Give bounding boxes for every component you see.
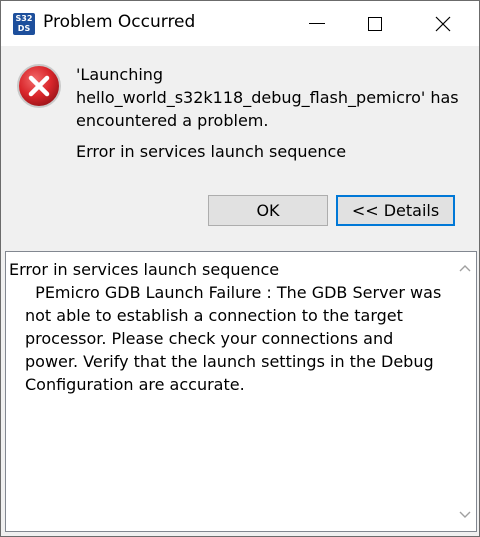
maximize-icon (368, 16, 382, 31)
close-button[interactable] (419, 1, 467, 46)
chevron-down-icon[interactable] (459, 511, 471, 519)
window-title: Problem Occurred (43, 12, 196, 32)
minimize-icon (309, 23, 325, 24)
error-message: 'Launching hello_world_s32k118_debug_fla… (76, 63, 476, 132)
error-icon (17, 64, 61, 108)
error-summary: Error in services launch sequence (76, 142, 347, 161)
message-line-3: encountered a problem. (76, 111, 269, 130)
ok-button[interactable]: OK (208, 195, 328, 226)
minimize-button[interactable] (293, 1, 341, 46)
details-line-1: Error in services launch sequence (9, 260, 280, 279)
app-icon-text-bottom: DS (17, 24, 31, 33)
title-bar[interactable]: S32 DS Problem Occurred (1, 1, 479, 46)
close-icon (435, 16, 451, 31)
app-icon-text-top: S32 (15, 14, 33, 23)
vertical-scrollbar[interactable] (454, 252, 476, 531)
details-line-2: PEmicro GDB Launch Failure : The GDB Ser… (25, 283, 447, 394)
message-line-2: hello_world_s32k118_debug_flash_pemicro'… (76, 88, 459, 107)
chevron-up-icon[interactable] (459, 264, 471, 272)
app-icon: S32 DS (13, 13, 35, 35)
maximize-button[interactable] (351, 1, 399, 46)
message-line-1: 'Launching (76, 65, 164, 84)
details-button[interactable]: << Details (336, 195, 455, 226)
details-content: Error in services launch sequence PEmicr… (9, 258, 449, 396)
details-text-area[interactable]: Error in services launch sequence PEmicr… (5, 251, 477, 532)
problem-dialog: S32 DS Problem Occurred 'Launching hello… (0, 0, 480, 537)
